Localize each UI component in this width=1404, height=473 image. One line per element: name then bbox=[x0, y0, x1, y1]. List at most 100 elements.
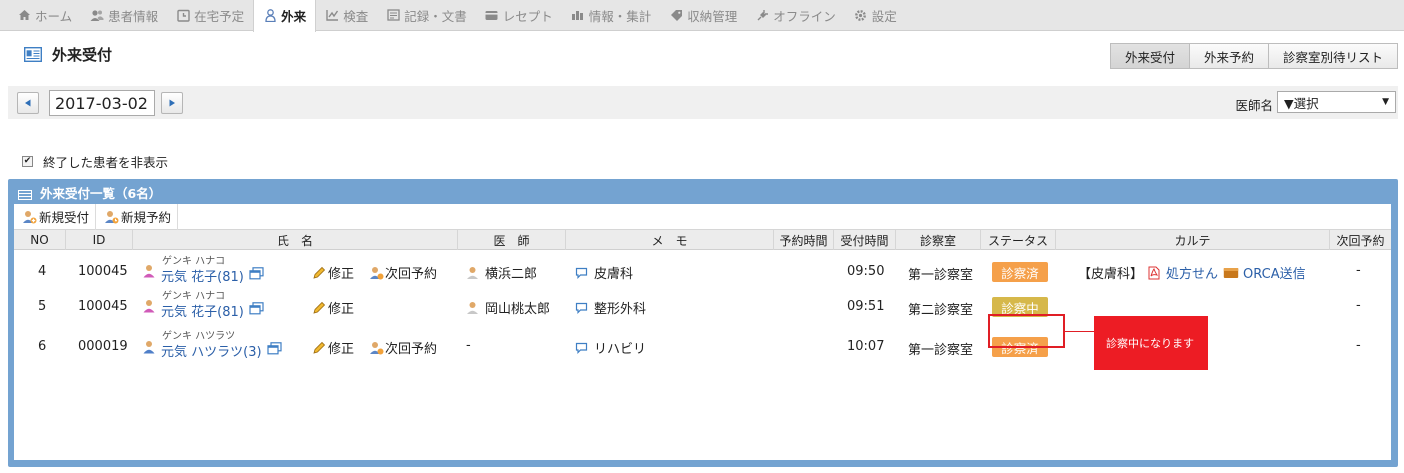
id-card-icon bbox=[23, 46, 43, 63]
column-header-karte[interactable]: カルテ bbox=[1056, 230, 1330, 250]
card-icon bbox=[485, 8, 499, 22]
column-header-no[interactable]: NO bbox=[14, 230, 66, 250]
prescription-link[interactable]: 処方せん bbox=[1166, 263, 1218, 282]
memo-cell[interactable]: 整形外科 bbox=[575, 298, 646, 317]
document-icon bbox=[386, 8, 400, 22]
next-date-button[interactable] bbox=[161, 92, 183, 114]
edit-link[interactable]: 修正 bbox=[312, 298, 354, 317]
edit-link[interactable]: 修正 bbox=[312, 338, 354, 357]
patient-kana: ゲンキ ハツラツ bbox=[162, 331, 236, 342]
gear-icon bbox=[854, 8, 868, 22]
next-appointment-link[interactable]: 次回予約 bbox=[369, 338, 437, 357]
patient-name-link[interactable]: 元気 花子(81) bbox=[161, 266, 244, 285]
room-waiting-list-button[interactable]: 診察室別待リスト bbox=[1267, 43, 1398, 69]
list-icon bbox=[18, 188, 32, 200]
next-appointment-label: 次回予約 bbox=[385, 267, 438, 282]
orca-send-link[interactable]: ORCA送信 bbox=[1243, 263, 1306, 282]
copy-window-icon[interactable] bbox=[249, 267, 264, 280]
next-appointment-value: - bbox=[1356, 263, 1361, 278]
patient-kana: ゲンキ ハナコ bbox=[162, 291, 226, 302]
status-badge[interactable]: 診察済 bbox=[992, 262, 1048, 282]
next-appointment-value: - bbox=[1356, 338, 1361, 353]
tab-receipt[interactable]: レセプト bbox=[476, 0, 562, 31]
person-icon bbox=[263, 9, 277, 23]
tab-records[interactable]: 記録・文書 bbox=[377, 0, 476, 31]
tab-home[interactable]: ホーム bbox=[8, 0, 81, 31]
tab-billing[interactable]: 収納管理 bbox=[660, 0, 746, 31]
next-appointment-link[interactable]: 次回予約 bbox=[369, 263, 437, 282]
row-patient-id: 000019 bbox=[78, 339, 128, 354]
exam-room: 第一診察室 bbox=[908, 343, 974, 358]
hide-finished-checkbox[interactable]: ✔ bbox=[22, 156, 33, 167]
patient-name-link[interactable]: 元気 花子(81) bbox=[161, 301, 244, 320]
row-patient-id: 100045 bbox=[78, 264, 128, 279]
pencil-icon bbox=[313, 341, 326, 354]
memo-cell[interactable]: リハビリ bbox=[575, 338, 646, 357]
copy-window-icon[interactable] bbox=[266, 342, 282, 355]
patient-kana: ゲンキ ハナコ bbox=[162, 256, 226, 267]
home-icon bbox=[17, 8, 31, 22]
tab-info-stats[interactable]: 情報・集計 bbox=[562, 0, 661, 31]
outpatient-reception-button[interactable]: 外来受付 bbox=[1109, 43, 1190, 69]
plug-icon bbox=[755, 8, 769, 22]
edit-label: 修正 bbox=[328, 342, 355, 357]
reception-time: 09:51 bbox=[847, 299, 885, 314]
date-bar: 2017-03-02 医師名 ▼選択 ▼ bbox=[8, 86, 1398, 119]
column-header-room[interactable]: 診察室 bbox=[896, 230, 981, 250]
tab-label: 記録・文書 bbox=[404, 8, 467, 24]
outpatient-appointment-button[interactable]: 外来予約 bbox=[1188, 43, 1269, 69]
new-reception-button[interactable]: 新規受付 bbox=[14, 203, 97, 230]
memo-text: 皮膚科 bbox=[594, 267, 634, 282]
exam-room: 第二診察室 bbox=[908, 303, 974, 318]
pencil-icon bbox=[313, 266, 326, 279]
row-patient-id: 100045 bbox=[78, 299, 128, 314]
tab-label: 検査 bbox=[343, 8, 369, 24]
row-no: 4 bbox=[38, 264, 47, 279]
tab-label: 患者情報 bbox=[108, 8, 159, 24]
memo-text: 整形外科 bbox=[594, 302, 647, 317]
doctor-cell: 横浜二郎 bbox=[466, 263, 537, 282]
column-header-id[interactable]: ID bbox=[66, 230, 133, 250]
annotation-callout: 診察中になります bbox=[1094, 316, 1208, 370]
patient-name-cell: 元気 花子(81) bbox=[142, 299, 264, 320]
chart-icon bbox=[325, 8, 339, 22]
new-appointment-button[interactable]: 新規予約 bbox=[96, 203, 179, 230]
add-user-icon bbox=[22, 210, 37, 224]
edit-link[interactable]: 修正 bbox=[312, 263, 354, 282]
tab-offline[interactable]: オフライン bbox=[746, 0, 845, 31]
patient-name-link[interactable]: 元気 ハツラツ(3) bbox=[161, 341, 262, 360]
tab-home-visit[interactable]: 在宅予定 bbox=[167, 0, 253, 31]
copy-window-icon[interactable] bbox=[249, 302, 264, 315]
tab-label: 外来 bbox=[281, 9, 307, 24]
appointment-user-icon bbox=[370, 341, 384, 354]
column-header-status[interactable]: ステータス bbox=[981, 230, 1056, 250]
tab-examination[interactable]: 検査 bbox=[316, 0, 377, 31]
tag-icon bbox=[669, 8, 683, 22]
appointment-user-icon bbox=[104, 210, 119, 224]
hide-finished-label: 終了した患者を非表示 bbox=[43, 155, 169, 170]
tab-settings[interactable]: 設定 bbox=[845, 0, 906, 31]
doctor-label: 医師名 bbox=[1235, 98, 1273, 113]
hide-finished-filter[interactable]: ✔ 終了した患者を非表示 bbox=[22, 152, 168, 171]
female-patient-icon bbox=[143, 264, 155, 277]
column-header-next-appointment[interactable]: 次回予約 bbox=[1330, 230, 1391, 250]
list-toolbar: 新規受付 新規予約 bbox=[14, 203, 1391, 230]
doctor-select[interactable]: ▼選択 ▼ bbox=[1277, 91, 1396, 113]
top-navigation: ホーム 患者情報 在宅予定 外来 検査 記録・文書 レセプト 情報・集計 収納管… bbox=[0, 0, 1404, 32]
tab-patient-info[interactable]: 患者情報 bbox=[81, 0, 167, 31]
doctor-cell: 岡山桃太郎 bbox=[466, 298, 550, 317]
column-header-doctor[interactable]: 医 師 bbox=[458, 230, 566, 250]
tab-outpatient[interactable]: 外来 bbox=[253, 0, 317, 32]
stats-icon bbox=[571, 8, 585, 22]
memo-cell[interactable]: 皮膚科 bbox=[575, 263, 633, 282]
column-header-memo[interactable]: メ モ bbox=[566, 230, 774, 250]
column-header-name[interactable]: 氏 名 bbox=[133, 230, 458, 250]
reception-time: 09:50 bbox=[847, 264, 885, 279]
column-header-reception-time[interactable]: 受付時間 bbox=[834, 230, 896, 250]
column-header-reserve-time[interactable]: 予約時間 bbox=[774, 230, 834, 250]
doctor-name: 岡山桃太郎 bbox=[485, 302, 551, 317]
date-input[interactable]: 2017-03-02 bbox=[49, 90, 155, 116]
table-row[interactable]: 4 100045 ゲンキ ハナコ 元気 花子(81) 修正 次回予約 横浜二郎 bbox=[14, 252, 1391, 290]
male-patient-icon bbox=[143, 340, 155, 353]
prev-date-button[interactable] bbox=[17, 92, 39, 114]
